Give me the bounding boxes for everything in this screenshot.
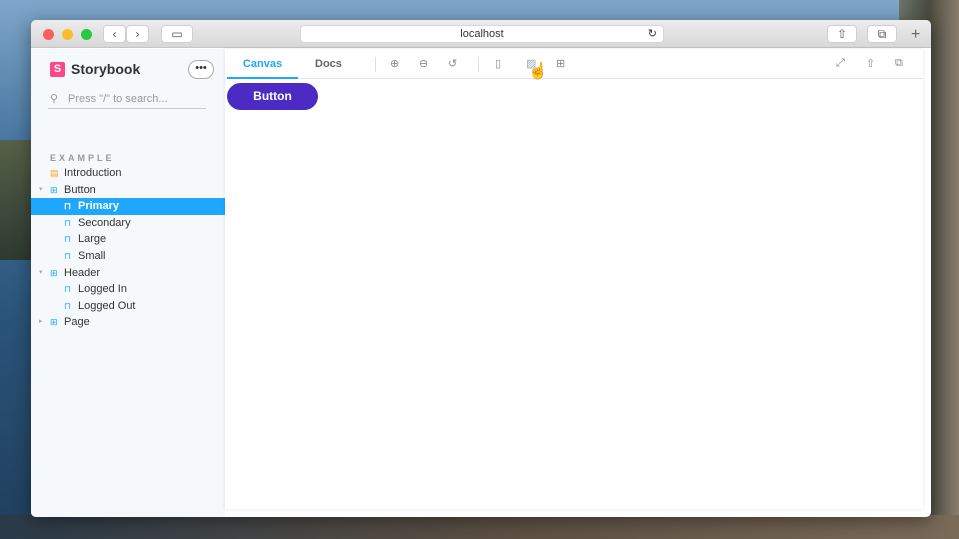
- close-window-button[interactable]: [43, 29, 54, 40]
- bookmark-icon: ⊓: [64, 201, 72, 212]
- sidebar-item-logged-in[interactable]: ⊓ Logged In: [31, 281, 225, 298]
- search-input[interactable]: ⚲ Press "/" to search...: [48, 91, 206, 109]
- reset-zoom-icon[interactable]: ↺: [448, 57, 457, 70]
- section-heading: EXAMPLE: [50, 153, 115, 163]
- sidebar-item-label: Small: [78, 250, 106, 262]
- sidebar-toggle-icon[interactable]: ▭: [161, 25, 193, 43]
- share-icon[interactable]: ⇧: [827, 25, 857, 43]
- address-bar[interactable]: localhost ↻: [300, 25, 664, 43]
- tab-canvas[interactable]: Canvas: [227, 49, 298, 79]
- zoom-in-icon[interactable]: ⊕: [390, 57, 399, 70]
- sidebar-item-label: Page: [64, 316, 90, 329]
- chevron-down-icon[interactable]: ▾: [39, 182, 43, 198]
- sidebar-item-small[interactable]: ⊓ Small: [31, 248, 225, 265]
- sidebar-item-primary[interactable]: ⊓ Primary: [31, 198, 225, 215]
- back-button[interactable]: ‹: [103, 25, 126, 43]
- sidebar-item-large[interactable]: ⊓ Large: [31, 231, 225, 248]
- viewport-icon[interactable]: ▯: [495, 57, 501, 70]
- tabs-overview-icon[interactable]: ⧉: [867, 25, 897, 43]
- sidebar-item-label: Header: [64, 266, 101, 279]
- bookmark-icon: ⊓: [64, 284, 72, 295]
- divider: [478, 57, 479, 72]
- sidebar-item-secondary[interactable]: ⊓ Secondary: [31, 215, 225, 232]
- component-icon: ⊞: [50, 317, 58, 328]
- zoom-window-button[interactable]: [81, 29, 92, 40]
- sidebar-item-label: Logged Out: [78, 299, 136, 312]
- document-icon: ▤: [50, 168, 59, 178]
- search-icon: ⚲: [50, 93, 59, 105]
- more-menu-button[interactable]: •••: [188, 60, 214, 79]
- bookmark-icon: ⊓: [64, 251, 72, 261]
- grid-icon[interactable]: ⊞: [556, 57, 565, 70]
- new-tab-button[interactable]: +: [911, 26, 920, 44]
- component-icon: ⊞: [50, 184, 58, 195]
- url-text: localhost: [460, 28, 504, 40]
- sidebar-item-label: Large: [78, 233, 107, 246]
- tab-docs[interactable]: Docs: [315, 49, 342, 79]
- forward-button[interactable]: ›: [126, 25, 149, 43]
- reload-icon[interactable]: ↻: [648, 26, 657, 42]
- brand-name: Storybook: [71, 61, 141, 77]
- sidebar: S Storybook ••• ⚲ Press "/" to search... E…: [31, 49, 225, 517]
- sidebar-item-label: Button: [64, 183, 96, 196]
- share-icon[interactable]: ⇧: [866, 57, 875, 70]
- preview-panel: Canvas Docs ⊕ ⊖ ↺ ▯ ▨ ⊞ ⤢ ⇧ ⧉ ☝ Button: [225, 49, 923, 509]
- divider: [375, 57, 376, 72]
- sidebar-item-label: Secondary: [78, 216, 131, 229]
- zoom-out-icon[interactable]: ⊖: [419, 57, 428, 70]
- primary-button[interactable]: Button: [227, 83, 318, 110]
- desktop-wallpaper-rock: [0, 140, 32, 260]
- browser-window: ‹ › ▭ localhost ↻ ⇧ ⧉ + S Storybook ••• ⚲ P…: [31, 20, 931, 517]
- sidebar-item-label: Logged In: [78, 283, 127, 296]
- search-placeholder: Press "/" to search...: [68, 93, 168, 105]
- bookmark-icon: ⊓: [64, 217, 72, 228]
- sidebar-item-logged-out[interactable]: ⊓ Logged Out: [31, 298, 225, 315]
- sidebar-item-introduction[interactable]: ▤ Introduction: [31, 165, 225, 182]
- storybook-logo[interactable]: S Storybook: [50, 61, 140, 77]
- browser-titlebar: ‹ › ▭ localhost ↻ ⇧ ⧉ +: [31, 20, 931, 48]
- hand-cursor-icon: ☝: [528, 63, 548, 80]
- bookmark-icon: ⊓: [64, 234, 72, 245]
- bookmark-icon: ⊓: [64, 300, 72, 311]
- chevron-right-icon[interactable]: ▸: [39, 314, 43, 330]
- fullscreen-icon[interactable]: ⤢: [836, 57, 845, 70]
- sidebar-item-label: Primary: [78, 200, 119, 213]
- chevron-down-icon[interactable]: ▾: [39, 265, 43, 281]
- minimize-window-button[interactable]: [62, 29, 73, 40]
- sidebar-item-label: Introduction: [64, 167, 122, 179]
- logo-mark: S: [50, 61, 65, 77]
- sidebar-item-button[interactable]: ▾ ⊞ Button: [31, 182, 225, 199]
- toolbar: Canvas Docs ⊕ ⊖ ↺ ▯ ▨ ⊞ ⤢ ⇧ ⧉ ☝: [225, 49, 923, 80]
- open-new-tab-icon[interactable]: ⧉: [895, 57, 903, 70]
- sidebar-item-page[interactable]: ▸ ⊞ Page: [31, 314, 225, 331]
- sidebar-item-header[interactable]: ▾ ⊞ Header: [31, 265, 225, 282]
- desktop-wallpaper-ground: [0, 515, 959, 539]
- component-icon: ⊞: [50, 267, 58, 278]
